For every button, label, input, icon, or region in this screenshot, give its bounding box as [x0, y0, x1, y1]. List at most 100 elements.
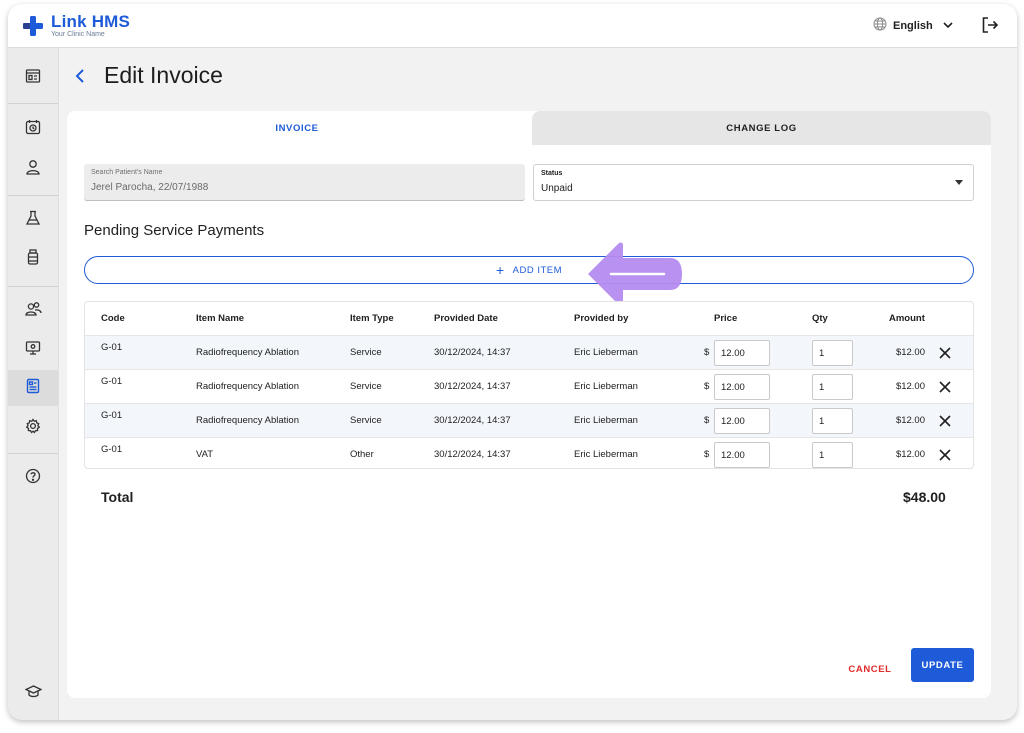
logout-icon[interactable] [981, 16, 999, 39]
row-provided-by: Eric Lieberman [574, 449, 638, 460]
row-amount: $12.00 [895, 347, 925, 358]
row-item-name: VAT [196, 449, 214, 460]
sidebar [8, 48, 59, 720]
table-row: G-01 Radiofrequency Ablation Service 30/… [85, 335, 973, 369]
row-item-type: Other [350, 449, 374, 460]
staff-icon [24, 301, 42, 322]
tab-change-log[interactable]: CHANGE LOG [532, 111, 991, 145]
language-selector[interactable]: English [873, 17, 953, 34]
price-input[interactable]: 12.00 [714, 408, 770, 434]
chevron-down-icon [943, 20, 953, 32]
row-code: G-01 [101, 376, 123, 387]
row-provided-date: 30/12/2024, 14:37 [434, 449, 511, 460]
status-label: Status [541, 170, 563, 177]
row-provided-by: Eric Lieberman [574, 347, 638, 358]
col-header-price: Price [714, 313, 738, 324]
qty-input[interactable]: 1 [812, 340, 853, 366]
sidebar-item-education[interactable] [8, 676, 58, 712]
help-icon [25, 468, 41, 489]
brand-subtitle: Your Clinic Name [51, 31, 105, 38]
pharmacy-bottle-icon [25, 248, 41, 270]
row-amount: $12.00 [895, 449, 925, 460]
col-header-amount: Amount [889, 313, 925, 324]
top-bar: Link HMS Your Clinic Name English [8, 4, 1017, 48]
sidebar-item-monitor[interactable] [8, 332, 58, 368]
cancel-button[interactable]: CANCEL [840, 652, 900, 686]
status-value: Unpaid [541, 183, 573, 194]
add-item-button[interactable]: + ADD ITEM [84, 256, 974, 284]
row-code: G-01 [101, 410, 123, 421]
qty-input[interactable]: 1 [812, 374, 853, 400]
sidebar-item-dashboard[interactable] [8, 60, 58, 96]
patient-search-label: Search Patient's Name [91, 169, 163, 176]
plus-icon: + [495, 262, 505, 278]
patient-icon [25, 159, 41, 180]
billing-icon [25, 378, 41, 399]
col-header-item-name: Item Name [196, 313, 245, 324]
page-title: Edit Invoice [104, 62, 223, 88]
qty-input[interactable]: 1 [812, 408, 853, 434]
remove-item-icon[interactable] [939, 381, 951, 393]
row-code: G-01 [101, 342, 123, 353]
language-label: English [893, 19, 933, 32]
row-item-type: Service [350, 381, 382, 392]
remove-item-icon[interactable] [939, 347, 951, 359]
patient-search-value: Jerel Parocha, 22/07/1988 [91, 182, 209, 193]
sidebar-item-billing[interactable] [8, 370, 58, 406]
patient-search-field[interactable]: Search Patient's Name Jerel Parocha, 22/… [84, 164, 525, 201]
col-header-provided-date: Provided Date [434, 313, 498, 324]
price-input[interactable]: 12.00 [714, 340, 770, 366]
tab-invoice[interactable]: INVOICE [67, 111, 527, 145]
table-row: G-01 Radiofrequency Ablation Service 30/… [85, 403, 973, 437]
col-header-item-type: Item Type [350, 313, 394, 324]
globe-icon [873, 17, 887, 34]
sidebar-item-settings[interactable] [8, 410, 58, 446]
sidebar-item-appointments[interactable] [8, 111, 58, 147]
row-provided-date: 30/12/2024, 14:37 [434, 347, 511, 358]
currency-symbol: $ [704, 415, 710, 426]
brand-logo[interactable]: Link HMS Your Clinic Name [22, 13, 130, 38]
col-header-qty: Qty [812, 313, 828, 324]
row-provided-by: Eric Lieberman [574, 415, 638, 426]
sidebar-item-help[interactable] [8, 460, 58, 496]
table-row: G-01 Radiofrequency Ablation Service 30/… [85, 369, 973, 403]
lab-flask-icon [25, 210, 41, 231]
currency-symbol: $ [704, 449, 710, 460]
col-header-provided-by: Provided by [574, 313, 629, 324]
row-item-type: Service [350, 415, 382, 426]
dropdown-caret-icon [955, 180, 963, 185]
sidebar-item-staff[interactable] [8, 293, 58, 329]
table-row: G-01 VAT Other 30/12/2024, 14:37 Eric Li… [85, 437, 973, 468]
remove-item-icon[interactable] [939, 415, 951, 427]
services-table: Code Item Name Item Type Provided Date P… [84, 301, 974, 469]
currency-symbol: $ [704, 381, 710, 392]
remove-item-icon[interactable] [939, 449, 951, 461]
back-button[interactable] [70, 64, 90, 88]
total-label: Total [101, 489, 134, 505]
total-value: $48.00 [903, 489, 946, 505]
row-provided-date: 30/12/2024, 14:37 [434, 415, 511, 426]
settings-icon [25, 417, 41, 439]
row-amount: $12.00 [895, 381, 925, 392]
appointments-icon [25, 119, 41, 140]
qty-input[interactable]: 1 [812, 442, 853, 468]
price-input[interactable]: 12.00 [714, 374, 770, 400]
sidebar-item-pharmacy[interactable] [8, 241, 58, 277]
section-title: Pending Service Payments [84, 222, 265, 239]
price-input[interactable]: 12.00 [714, 442, 770, 468]
sidebar-item-lab[interactable] [8, 202, 58, 238]
row-provided-by: Eric Lieberman [574, 381, 638, 392]
dashboard-icon [25, 68, 41, 89]
update-button[interactable]: UPDATE [911, 648, 974, 682]
row-amount: $12.00 [895, 415, 925, 426]
row-item-type: Service [350, 347, 382, 358]
monitor-icon [25, 340, 41, 361]
row-item-name: Radiofrequency Ablation [196, 381, 299, 392]
education-icon [23, 684, 43, 704]
brand-name: Link HMS [51, 12, 131, 31]
logo-mark-icon [22, 15, 44, 37]
status-select[interactable]: Status Unpaid [533, 164, 974, 201]
row-provided-date: 30/12/2024, 14:37 [434, 381, 511, 392]
row-item-name: Radiofrequency Ablation [196, 347, 299, 358]
sidebar-item-patients[interactable] [8, 151, 58, 187]
